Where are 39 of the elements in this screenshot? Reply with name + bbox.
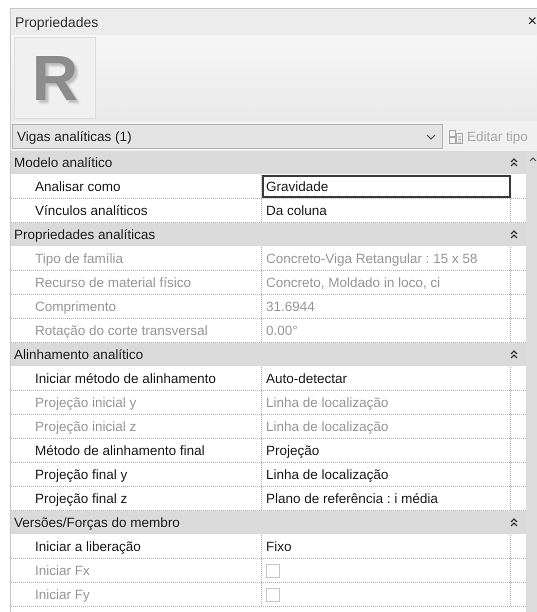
type-selector-value: Vigas analíticas (1) — [17, 129, 132, 144]
property-label: Projeção final y — [11, 463, 262, 486]
property-value[interactable]: Gravidade — [262, 175, 511, 198]
collapse-icon[interactable] — [510, 158, 518, 167]
property-label: Analisar como — [11, 175, 262, 198]
property-label: Iniciar método de alinhamento — [11, 367, 262, 390]
close-icon[interactable]: × — [528, 13, 537, 31]
property-label: Recurso de material físico — [11, 271, 262, 294]
property-label: Projeção inicial y — [11, 391, 262, 414]
section-header[interactable]: Versões/Forças do membro — [11, 511, 526, 535]
property-value[interactable]: Plano de referência : i média — [262, 487, 511, 510]
property-value[interactable]: Fixo — [262, 535, 511, 558]
property-label: Iniciar a liberação — [11, 535, 262, 558]
property-value[interactable]: Auto-detectar — [262, 367, 511, 390]
property-label: Método de alinhamento final — [11, 439, 262, 462]
property-label: Vínculos analíticos — [11, 199, 262, 222]
scroll-up-icon[interactable] — [528, 157, 536, 162]
edit-type-icon — [449, 130, 463, 144]
collapse-icon[interactable] — [510, 350, 518, 359]
scrollbar[interactable] — [526, 151, 537, 612]
property-label: Tipo de família — [11, 247, 262, 270]
section-header[interactable]: Modelo analítico — [11, 151, 526, 175]
property-label: Iniciar Fx — [11, 559, 262, 582]
panel-title: Propriedades — [15, 14, 98, 30]
logo: R — [32, 41, 78, 115]
property-label: Projeção final z — [11, 487, 262, 510]
property-value[interactable]: Projeção — [262, 439, 511, 462]
collapse-icon[interactable] — [510, 518, 518, 527]
property-label: Iniciar Fy — [11, 583, 262, 606]
section-header[interactable]: Alinhamento analítico — [11, 343, 526, 367]
property-value[interactable]: Linha de localização — [262, 463, 511, 486]
type-selector[interactable]: Vigas analíticas (1) — [12, 124, 443, 149]
section-header[interactable]: Propriedades analíticas — [11, 223, 526, 247]
collapse-icon[interactable] — [510, 230, 518, 239]
property-label: Comprimento — [11, 295, 262, 318]
property-label: Rotação do corte transversal — [11, 319, 262, 342]
property-label: Projeção inicial z — [11, 415, 262, 438]
caret-icon — [426, 134, 436, 140]
property-value[interactable]: Da coluna — [262, 199, 511, 222]
